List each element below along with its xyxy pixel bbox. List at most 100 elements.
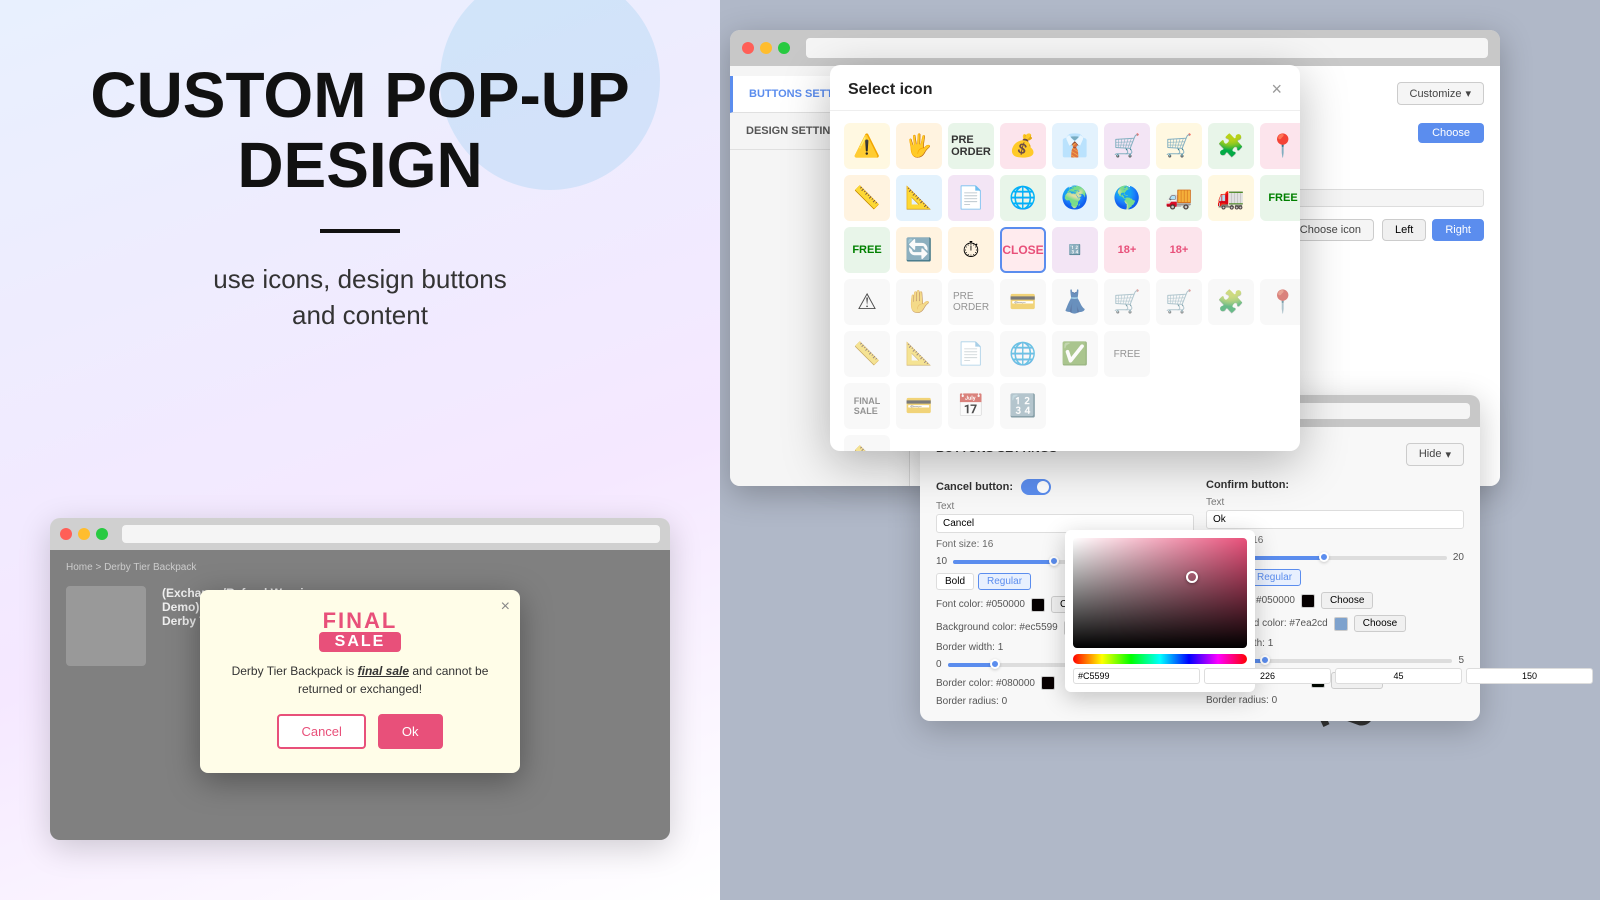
icon-tape[interactable]: 📐: [896, 175, 942, 221]
ok-button[interactable]: Ok: [378, 714, 443, 749]
icon-outline-percent[interactable]: 💳: [1000, 279, 1046, 325]
browser-url-bar-small: [122, 525, 660, 543]
page-title: CUSTOM POP-UP DESIGN: [90, 60, 629, 201]
icon-outline-calendar[interactable]: 📅: [948, 383, 994, 429]
icon-location[interactable]: 📍: [1260, 123, 1300, 169]
icon-adult2[interactable]: 18+: [1156, 227, 1202, 273]
icon-adult1[interactable]: 18+: [1104, 227, 1150, 273]
cancel-toggle[interactable]: [1021, 479, 1051, 495]
icon-outline-tape[interactable]: 📐: [896, 331, 942, 377]
icon-outline-globe[interactable]: 🌐: [1000, 331, 1046, 377]
icon-outline-puzzle[interactable]: 🧩: [1208, 279, 1254, 325]
browser-titlebar-small: [50, 518, 670, 550]
icon-hand[interactable]: 🖐: [896, 123, 942, 169]
icon-truck[interactable]: 🚚: [1156, 175, 1202, 221]
icon-truck2[interactable]: 🚛: [1208, 175, 1254, 221]
icon-outline-preorder[interactable]: PREORDER: [948, 279, 994, 325]
choose-button[interactable]: Choose: [1418, 123, 1484, 143]
icon-ruler[interactable]: 📏: [844, 175, 890, 221]
icon-percent[interactable]: 💰: [1000, 123, 1046, 169]
icon-close-selected[interactable]: CLOSE: [1000, 227, 1046, 273]
confirm-regular-btn[interactable]: Regular: [1248, 569, 1301, 586]
modal-close-button[interactable]: ×: [501, 598, 510, 616]
dialog-close-button[interactable]: ×: [1271, 79, 1282, 100]
icon-cart[interactable]: 🛒: [1104, 123, 1150, 169]
modal-icon-area: FINAL SALE: [319, 610, 402, 652]
icon-outline-hand[interactable]: ✋: [896, 279, 942, 325]
icon-sale-numeric[interactable]: 🔢: [1052, 227, 1098, 273]
icon-row-2: 📏 📐 📄 🌐 🌍 🌎 🚚 🚛 FREE: [844, 175, 1286, 221]
dot-red[interactable]: [60, 528, 72, 540]
popup-demo-container: Home > Derby Tier Backpack (Exchange/Ref…: [50, 518, 670, 840]
right-button[interactable]: Right: [1432, 219, 1484, 241]
icon-preorder[interactable]: PREORDER: [948, 123, 994, 169]
browser-window-small: Home > Derby Tier Backpack (Exchange/Ref…: [50, 518, 670, 840]
icon-row-1: ⚠️ 🖐 PREORDER 💰 👔 🛒 🛒 🧩 📍: [844, 123, 1286, 169]
confirm-border-radius-row: Border radius: 0: [1206, 695, 1464, 706]
color-picker-thumb[interactable]: [1186, 571, 1198, 583]
confirm-size-slider[interactable]: [1223, 556, 1447, 560]
left-button[interactable]: Left: [1382, 219, 1426, 241]
icon-outline-numbers[interactable]: 🔢: [1000, 383, 1046, 429]
confirm-font-color-choose[interactable]: Choose: [1321, 592, 1373, 609]
color-b-input[interactable]: [1466, 668, 1593, 684]
icon-globe[interactable]: 🌐: [1000, 175, 1046, 221]
icon-outline-check[interactable]: ✅: [1052, 331, 1098, 377]
hue-slider[interactable]: [1073, 654, 1247, 664]
customize-button[interactable]: Customize ▾: [1397, 82, 1485, 105]
icon-puzzle[interactable]: 🧩: [1208, 123, 1254, 169]
confirm-btn-label: Confirm button:: [1206, 479, 1464, 491]
icon-warning[interactable]: ⚠️: [844, 123, 890, 169]
icon-free[interactable]: FREE: [1260, 175, 1300, 221]
cancel-font-color-swatch: [1031, 598, 1045, 612]
color-r-input[interactable]: [1204, 668, 1331, 684]
icon-globe2[interactable]: 🌍: [1052, 175, 1098, 221]
icon-outline-ruler[interactable]: 📏: [844, 331, 890, 377]
icon-globe3[interactable]: 🌎: [1104, 175, 1150, 221]
icon-outline-location[interactable]: 📍: [1260, 279, 1300, 325]
cancel-bold-btn[interactable]: Bold: [936, 573, 974, 590]
dialog-header: Select icon ×: [830, 65, 1300, 111]
cancel-regular-btn[interactable]: Regular: [978, 573, 1031, 590]
modal-popup: × FINAL SALE Derby Tier Backpack is fina…: [200, 590, 520, 773]
icon-outline-cart2[interactable]: 🛒: [1156, 279, 1202, 325]
dot-green[interactable]: [96, 528, 108, 540]
browser-url-bar-main: [806, 38, 1488, 58]
icon-outline-doc[interactable]: 📄: [948, 331, 994, 377]
icon-cart2[interactable]: 🛒: [1156, 123, 1202, 169]
icon-outline-free[interactable]: FREE: [1104, 331, 1150, 377]
color-gradient-box[interactable]: [1073, 538, 1247, 648]
color-picker-popup: [1065, 530, 1255, 692]
color-input-row: [1073, 668, 1247, 684]
title-divider: [320, 229, 400, 233]
confirm-bg-color-choose[interactable]: Choose: [1354, 615, 1406, 632]
dot-yellow-main[interactable]: [760, 42, 772, 54]
icon-mannequin[interactable]: 👔: [1052, 123, 1098, 169]
browser-titlebar-main: [730, 30, 1500, 66]
icon-outline-cart[interactable]: 🛒: [1104, 279, 1150, 325]
confirm-text-input[interactable]: [1206, 510, 1464, 529]
icon-row-4: ⚠ ✋ PREORDER 💳 👗 🛒 🛒 🧩 📍: [844, 279, 1286, 325]
final-sale-icon: FINAL SALE: [319, 610, 402, 652]
cancel-button[interactable]: Cancel: [277, 714, 365, 749]
icon-outline-warning[interactable]: ⚠: [844, 279, 890, 325]
icon-free2[interactable]: FREE: [844, 227, 890, 273]
dot-green-main[interactable]: [778, 42, 790, 54]
icon-hand2[interactable]: 🔄: [896, 227, 942, 273]
icon-row-5: 📏 📐 📄 🌐 ✅ FREE: [844, 331, 1286, 377]
icon-outline-mannequin[interactable]: 👗: [1052, 279, 1098, 325]
color-hex-input[interactable]: [1073, 668, 1200, 684]
final-text: FINAL: [323, 610, 398, 632]
icon-doc[interactable]: 📄: [948, 175, 994, 221]
icon-outline-coins[interactable]: 💳: [896, 383, 942, 429]
dot-red-main[interactable]: [742, 42, 754, 54]
confirm-bg-color-swatch: [1334, 617, 1348, 631]
dot-yellow[interactable]: [78, 528, 90, 540]
icon-grid: ⚠️ 🖐 PREORDER 💰 👔 🛒 🛒 🧩 📍 📏 📐 📄 🌐 🌍 🌎 🚚: [830, 111, 1300, 451]
icon-outline-ruler2[interactable]: 📏: [844, 435, 890, 451]
icon-outline-finalsale[interactable]: FINALSALE: [844, 383, 890, 429]
color-g-input[interactable]: [1335, 668, 1462, 684]
hide-btn-bottom[interactable]: Hide ▾: [1406, 443, 1464, 466]
icon-clock[interactable]: ⏱: [948, 227, 994, 273]
browser-content-small: Home > Derby Tier Backpack (Exchange/Ref…: [50, 550, 670, 840]
